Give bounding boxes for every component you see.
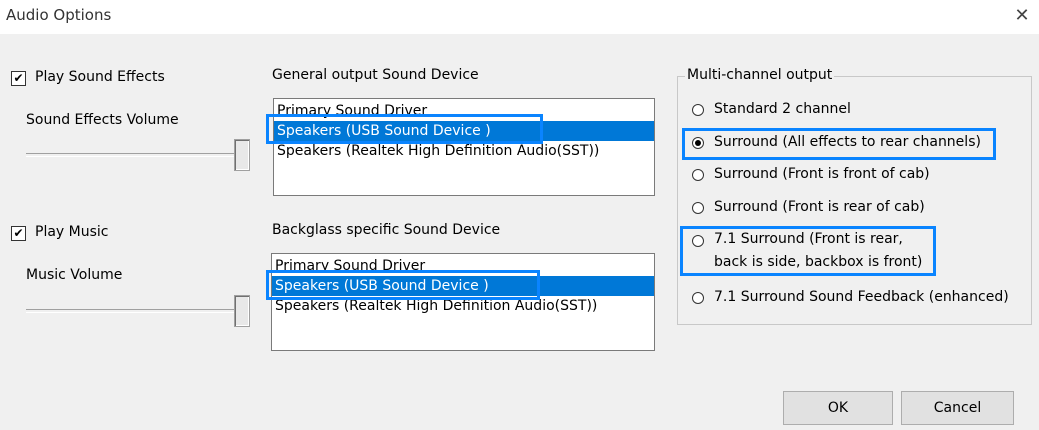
sound-effects-volume-thumb[interactable] [234, 139, 250, 171]
highlight-box [680, 226, 936, 276]
backglass-output-label: Backglass specific Sound Device [272, 222, 501, 238]
play-music-checkbox[interactable]: ✔ [11, 226, 26, 241]
radio-label: Surround (Front is rear of cab) [714, 199, 925, 215]
general-output-listbox[interactable]: Primary Sound Driver Speakers (USB Sound… [273, 98, 655, 196]
radio-standard-2-channel[interactable] [692, 104, 704, 116]
title-bar [0, 0, 1039, 34]
sound-effects-volume-label: Sound Effects Volume [26, 112, 179, 128]
radio-label: Surround (Front is front of cab) [714, 166, 930, 182]
radio-7-1-feedback[interactable] [692, 292, 704, 304]
general-output-label: General output Sound Device [272, 67, 479, 83]
multichannel-legend: Multi-channel output [685, 67, 835, 83]
close-icon[interactable]: ✕ [1011, 5, 1033, 27]
highlight-box [682, 128, 996, 160]
radio-label: Standard 2 channel [714, 101, 851, 117]
play-sound-effects-label: Play Sound Effects [35, 69, 165, 85]
music-volume-track[interactable] [26, 309, 244, 313]
radio-surround-front-rear[interactable] [692, 202, 704, 214]
play-sound-effects-checkbox[interactable]: ✔ [11, 71, 26, 86]
music-volume-thumb[interactable] [234, 295, 250, 327]
radio-surround-front-front[interactable] [692, 169, 704, 181]
cancel-button[interactable]: Cancel [901, 391, 1014, 425]
window-title: Audio Options [6, 6, 112, 24]
music-volume-label: Music Volume [26, 267, 123, 283]
list-item[interactable]: Speakers (Realtek High Definition Audio(… [277, 141, 599, 161]
backglass-output-listbox[interactable]: Primary Sound Driver Speakers (USB Sound… [271, 253, 655, 351]
ok-button[interactable]: OK [783, 391, 893, 425]
sound-effects-volume-track[interactable] [26, 153, 244, 157]
radio-label: 7.1 Surround Sound Feedback (enhanced) [714, 289, 1009, 305]
play-music-label: Play Music [35, 224, 109, 240]
highlight-box [266, 270, 540, 300]
highlight-box [266, 114, 543, 144]
